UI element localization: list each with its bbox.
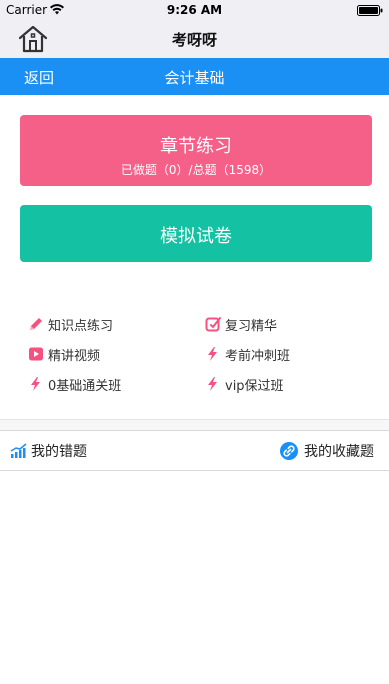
my-wrong-questions-label: 我的错题 <box>31 444 87 460</box>
app-title: 考呀呀 <box>171 31 217 49</box>
pencil-icon <box>30 318 42 330</box>
chapter-practice-progress: 已做题（0）/总题（1598） <box>120 163 272 177</box>
my-favorites-label: 我的收藏题 <box>304 444 374 460</box>
mock-exam-title: 模拟试卷 <box>160 226 232 247</box>
link-icon <box>280 442 298 460</box>
app-screen: Carrier 9:26 AM 考呀呀 返回 会计基础 章节练习 已做题（0）/… <box>0 0 389 684</box>
edit-icon <box>205 317 221 332</box>
video-icon <box>29 347 43 361</box>
nav-bar: 返回 会计基础 <box>0 58 389 95</box>
my-favorites-button[interactable]: 我的收藏题 <box>280 441 382 461</box>
lightning-icon <box>31 377 40 391</box>
feature-label: 0基础通关班 <box>48 379 122 394</box>
feature-label: 考前冲刺班 <box>225 349 291 364</box>
nav-title: 会计基础 <box>164 69 225 87</box>
feature-label: 复习精华 <box>225 319 278 334</box>
lightning-icon <box>208 377 217 391</box>
section-gap <box>0 420 389 430</box>
app-header: 考呀呀 <box>0 20 389 58</box>
battery-icon <box>357 5 383 16</box>
feature-label: 知识点练习 <box>48 319 114 334</box>
feature-label: 精讲视频 <box>48 349 101 364</box>
bottom-bar: 我的错题 我的收藏题 <box>0 430 389 471</box>
mock-exam-button[interactable]: 模拟试卷 <box>20 205 372 262</box>
chart-icon <box>10 443 27 458</box>
lightning-icon <box>208 347 217 361</box>
status-bar: Carrier 9:26 AM <box>0 0 389 20</box>
feature-label: vip保过班 <box>225 379 284 394</box>
chapter-practice-button[interactable]: 章节练习 已做题（0）/总题（1598） <box>20 115 372 186</box>
status-time: 9:26 AM <box>166 3 223 17</box>
chapter-practice-title: 章节练习 <box>160 136 232 157</box>
